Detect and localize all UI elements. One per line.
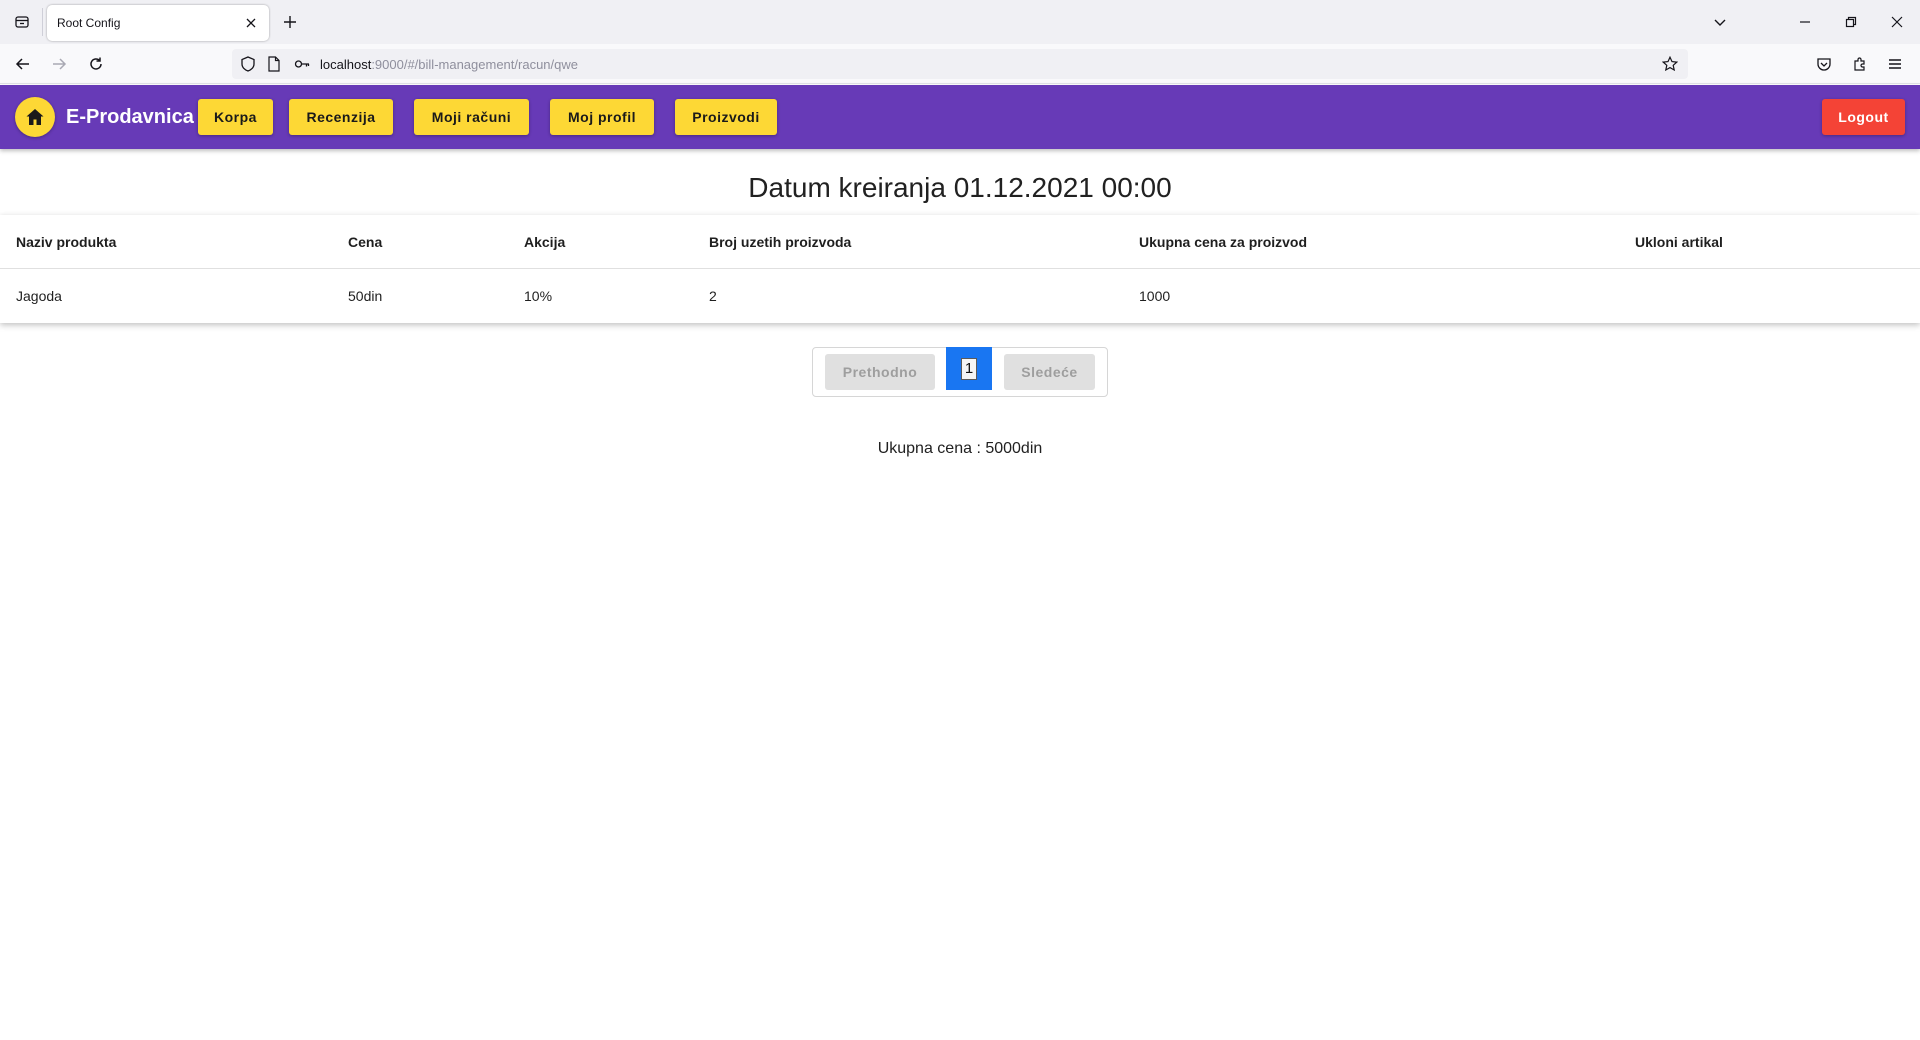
current-page-button[interactable]: 1 — [946, 347, 992, 390]
quantity-cell: 2 — [709, 288, 717, 304]
restore-icon[interactable] — [1828, 0, 1874, 44]
page-title: Datum kreiranja 01.12.2021 00:00 — [748, 172, 1172, 203]
minimize-icon[interactable] — [1782, 0, 1828, 44]
column-header: Akcija — [524, 234, 566, 250]
prev-page-button[interactable]: Prethodno — [825, 354, 935, 390]
shield-icon[interactable] — [240, 56, 256, 72]
pagination: Prethodno 1 Sledeće — [812, 347, 1108, 397]
address-bar[interactable]: localhost:9000/#/bill-management/racun/q… — [232, 49, 1688, 79]
back-arrow-icon[interactable] — [13, 54, 33, 74]
window-close-icon[interactable] — [1874, 0, 1920, 44]
chevron-down-icon[interactable] — [1710, 12, 1730, 32]
tab-title: Root Config — [57, 16, 121, 30]
browser-tabstrip: Root Config — [0, 0, 1920, 44]
hamburger-menu-icon[interactable] — [1885, 54, 1905, 74]
nav-korpa-button[interactable]: Korpa — [198, 99, 273, 135]
discount-cell: 10% — [524, 288, 553, 304]
url-host: localhost — [320, 57, 372, 72]
page-icon[interactable] — [266, 56, 282, 72]
nav-recenzija-button[interactable]: Recenzija — [289, 99, 393, 135]
column-header: Ukloni artikal — [1635, 234, 1723, 250]
price-cell: 50din — [348, 288, 383, 304]
total-price-cell: 1000 — [1139, 288, 1171, 304]
brand-title[interactable]: E-Prodavnica — [66, 106, 194, 129]
column-header: Ukupna cena za proizvod — [1139, 234, 1308, 250]
current-page-number: 1 — [960, 357, 978, 380]
bill-items-table: Naziv produkta Cena Akcija Broj uzetih p… — [0, 215, 1920, 323]
nav-moji-racuni-button[interactable]: Moji računi — [414, 99, 529, 135]
forward-arrow-icon[interactable] — [49, 54, 69, 74]
window-controls — [1782, 0, 1920, 44]
browser-tab-active[interactable]: Root Config — [47, 5, 269, 41]
app-header: E-Prodavnica Korpa Recenzija Moji računi… — [0, 85, 1920, 149]
column-header: Naziv produkta — [16, 234, 117, 250]
close-icon[interactable] — [243, 15, 259, 31]
next-page-button[interactable]: Sledeće — [1004, 354, 1095, 390]
logout-button[interactable]: Logout — [1822, 99, 1905, 135]
nav-moj-profil-button[interactable]: Moj profil — [550, 99, 654, 135]
list-all-tabs-icon[interactable] — [12, 12, 32, 32]
browser-navbar: localhost:9000/#/bill-management/racun/q… — [0, 44, 1920, 84]
home-button[interactable] — [15, 97, 55, 137]
column-header: Broj uzetih proizvoda — [709, 234, 852, 250]
extensions-puzzle-icon[interactable] — [1850, 54, 1870, 74]
bookmark-star-icon[interactable] — [1662, 56, 1678, 72]
grand-total: Ukupna cena : 5000din — [877, 440, 1043, 457]
url-path: :9000/#/bill-management/racun/qwe — [371, 57, 578, 72]
tabstrip-separator — [42, 8, 43, 36]
table-header-row: Naziv produkta Cena Akcija Broj uzetih p… — [0, 215, 1920, 269]
nav-proizvodi-button[interactable]: Proizvodi — [675, 99, 777, 135]
key-icon[interactable] — [294, 56, 310, 72]
pocket-icon[interactable] — [1814, 54, 1834, 74]
table-row: Jagoda 50din 10% 2 1000 — [0, 269, 1920, 323]
product-name-cell: Jagoda — [16, 288, 62, 304]
home-icon — [26, 109, 44, 125]
new-tab-plus-icon[interactable] — [280, 12, 300, 32]
reload-icon[interactable] — [86, 54, 106, 74]
column-header: Cena — [348, 234, 383, 250]
url-text: localhost:9000/#/bill-management/racun/q… — [320, 57, 578, 72]
